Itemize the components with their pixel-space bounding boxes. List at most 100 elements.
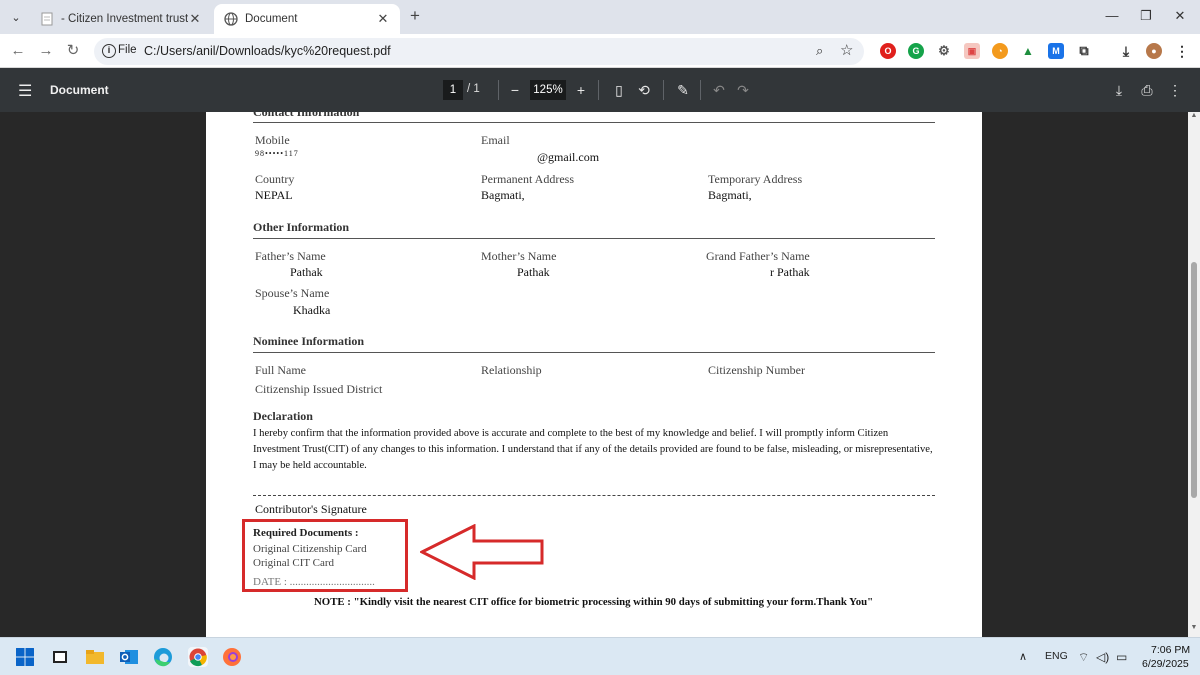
tab-title: - Citizen Investment trust from	[61, 13, 188, 25]
zoom-in-icon[interactable]: +	[574, 80, 588, 100]
undo-icon[interactable]: ↶	[711, 80, 727, 100]
tab-search-chevron-icon[interactable]: ⌄	[6, 7, 26, 27]
divider	[663, 80, 664, 100]
back-icon[interactable]: ←	[8, 41, 28, 61]
temporary-address-label: Temporary Address	[708, 172, 803, 186]
grammarly-extension-icon[interactable]: G	[908, 43, 924, 59]
windows-start-icon[interactable]	[15, 647, 35, 667]
settings-extension-icon[interactable]: ⚙	[936, 43, 952, 59]
screenshot-extension-icon[interactable]: ▣	[964, 43, 980, 59]
volume-icon[interactable]: ◁)	[1096, 650, 1109, 664]
nominee-fullname-label: Full Name	[255, 363, 306, 377]
divider	[498, 80, 499, 100]
taskbar: ∧ ENG ⌔ ◁) ▭ 7:06 PM 6/29/2025	[0, 637, 1200, 675]
language-indicator[interactable]: ENG	[1045, 650, 1068, 662]
bookmark-star-icon[interactable]: ☆	[840, 41, 853, 59]
battery-icon[interactable]: ▭	[1116, 650, 1127, 664]
country-label: Country	[255, 172, 295, 186]
scroll-down-icon[interactable]: ▼	[1189, 624, 1199, 631]
nominee-relationship-label: Relationship	[481, 363, 542, 377]
tray-chevron-icon[interactable]: ∧	[1019, 650, 1027, 663]
meet-extension-icon[interactable]: M	[1048, 43, 1064, 59]
email-label: Email	[481, 133, 510, 147]
reload-icon[interactable]: ↻	[63, 41, 83, 61]
extensions-puzzle-icon[interactable]: ⧉	[1076, 43, 1092, 59]
browser-toolbar: ← → ↻ i File C:/Users/anil/Downloads/kyc…	[0, 34, 1200, 68]
pdf-toolbar: ☰ Document 1 / 1 − 125% + ▯ ⟲ ✎ ↶ ↷ ⤓ ⎙ …	[0, 68, 1200, 112]
nominee-district-label: Citizenship Issued District	[255, 382, 383, 396]
spouse-name-value: Khadka	[293, 303, 331, 317]
tab-document[interactable]: Document ✕	[214, 4, 400, 34]
opera-extension-icon[interactable]: O	[880, 43, 896, 59]
scroll-up-icon[interactable]: ▲	[1189, 112, 1199, 119]
globe-favicon-icon	[224, 12, 238, 26]
pie-extension-icon[interactable]: ◔	[992, 43, 1008, 59]
annotate-pen-icon[interactable]: ✎	[675, 80, 691, 100]
print-icon[interactable]: ⎙	[1138, 80, 1156, 100]
other-info-heading: Other Information	[253, 220, 350, 234]
father-name-label: Father’s Name	[255, 249, 326, 263]
section-divider	[253, 238, 935, 239]
document-favicon-icon	[41, 12, 53, 26]
redo-icon[interactable]: ↷	[735, 80, 751, 100]
outlook-icon[interactable]	[119, 647, 139, 667]
email-value: @gmail.com	[537, 150, 600, 164]
scroll-thumb[interactable]	[1191, 262, 1197, 498]
chrome-icon[interactable]	[188, 647, 208, 667]
drive-extension-icon[interactable]: ▲	[1020, 43, 1036, 59]
mobile-value: 98•••••117	[255, 149, 299, 158]
site-info-icon[interactable]: i	[102, 44, 116, 58]
permanent-address-label: Permanent Address	[481, 172, 574, 186]
url-text[interactable]: C:/Users/anil/Downloads/kyc%20request.pd…	[144, 44, 391, 58]
divider	[700, 80, 701, 100]
divider	[598, 80, 599, 100]
close-window-icon[interactable]: ✕	[1170, 6, 1190, 26]
fit-page-icon[interactable]: ▯	[611, 80, 627, 100]
browser-menu-icon[interactable]: ⋮	[1174, 43, 1190, 59]
clock-time[interactable]: 7:06 PM	[1151, 644, 1190, 656]
firefox-icon[interactable]	[222, 647, 242, 667]
clock-date[interactable]: 6/29/2025	[1142, 658, 1189, 670]
downloads-icon[interactable]: ⤓	[1118, 43, 1134, 59]
rotate-icon[interactable]: ⟲	[636, 80, 652, 100]
wifi-icon[interactable]: ⌔	[1078, 650, 1089, 665]
pdf-page: Contact Information Mobile 98•••••117 Em…	[206, 112, 982, 637]
zoom-level-input[interactable]: 125%	[530, 80, 566, 100]
zoom-icon[interactable]: ⌕	[816, 43, 823, 59]
new-tab-icon[interactable]: +	[406, 6, 424, 26]
sidebar-menu-icon[interactable]: ☰	[18, 81, 32, 101]
scrollbar[interactable]: ▲ ▼	[1188, 112, 1200, 637]
zoom-out-icon[interactable]: −	[508, 80, 522, 100]
page-number-input[interactable]: 1	[443, 80, 463, 100]
highlight-box	[242, 519, 408, 592]
restore-icon[interactable]: ❐	[1136, 6, 1156, 26]
address-bar[interactable]: i File C:/Users/anil/Downloads/kyc%20req…	[94, 38, 864, 65]
note-text: NOTE : "Kindly visit the nearest CIT off…	[314, 596, 874, 608]
download-icon[interactable]: ⤓	[1111, 80, 1127, 100]
pdf-title: Document	[50, 83, 109, 97]
minimize-icon[interactable]: —	[1102, 6, 1122, 26]
forward-icon[interactable]: →	[36, 41, 56, 61]
tab-title: Document	[245, 13, 298, 25]
task-view-icon[interactable]	[50, 647, 70, 667]
close-tab-icon[interactable]: ✕	[188, 11, 202, 27]
file-explorer-icon[interactable]	[85, 647, 105, 667]
tab-citizen-investment[interactable]: - Citizen Investment trust from ✕	[30, 4, 212, 34]
tab-strip: ⌄ - Citizen Investment trust from ✕ Docu…	[0, 0, 1200, 34]
mother-name-label: Mother’s Name	[481, 249, 557, 263]
edge-icon[interactable]	[153, 647, 173, 667]
contact-heading: Contact Information	[253, 112, 360, 119]
temporary-address-value: Bagmati,	[708, 188, 752, 202]
mobile-label: Mobile	[255, 133, 290, 147]
country-value: NEPAL	[255, 188, 293, 202]
pdf-viewer[interactable]: Contact Information Mobile 98•••••117 Em…	[0, 112, 1200, 637]
nominee-heading: Nominee Information	[253, 334, 364, 348]
close-tab-icon[interactable]: ✕	[376, 11, 390, 27]
grandfather-name-label: Grand Father’s Name	[706, 249, 810, 263]
more-actions-icon[interactable]: ⋮	[1168, 80, 1182, 100]
permanent-address-value: Bagmati,	[481, 188, 525, 202]
profile-avatar[interactable]: ●	[1146, 43, 1162, 59]
section-divider	[253, 122, 935, 123]
signature-label: Contributor's Signature	[255, 502, 367, 516]
grandfather-name-value: r Pathak	[770, 265, 810, 279]
